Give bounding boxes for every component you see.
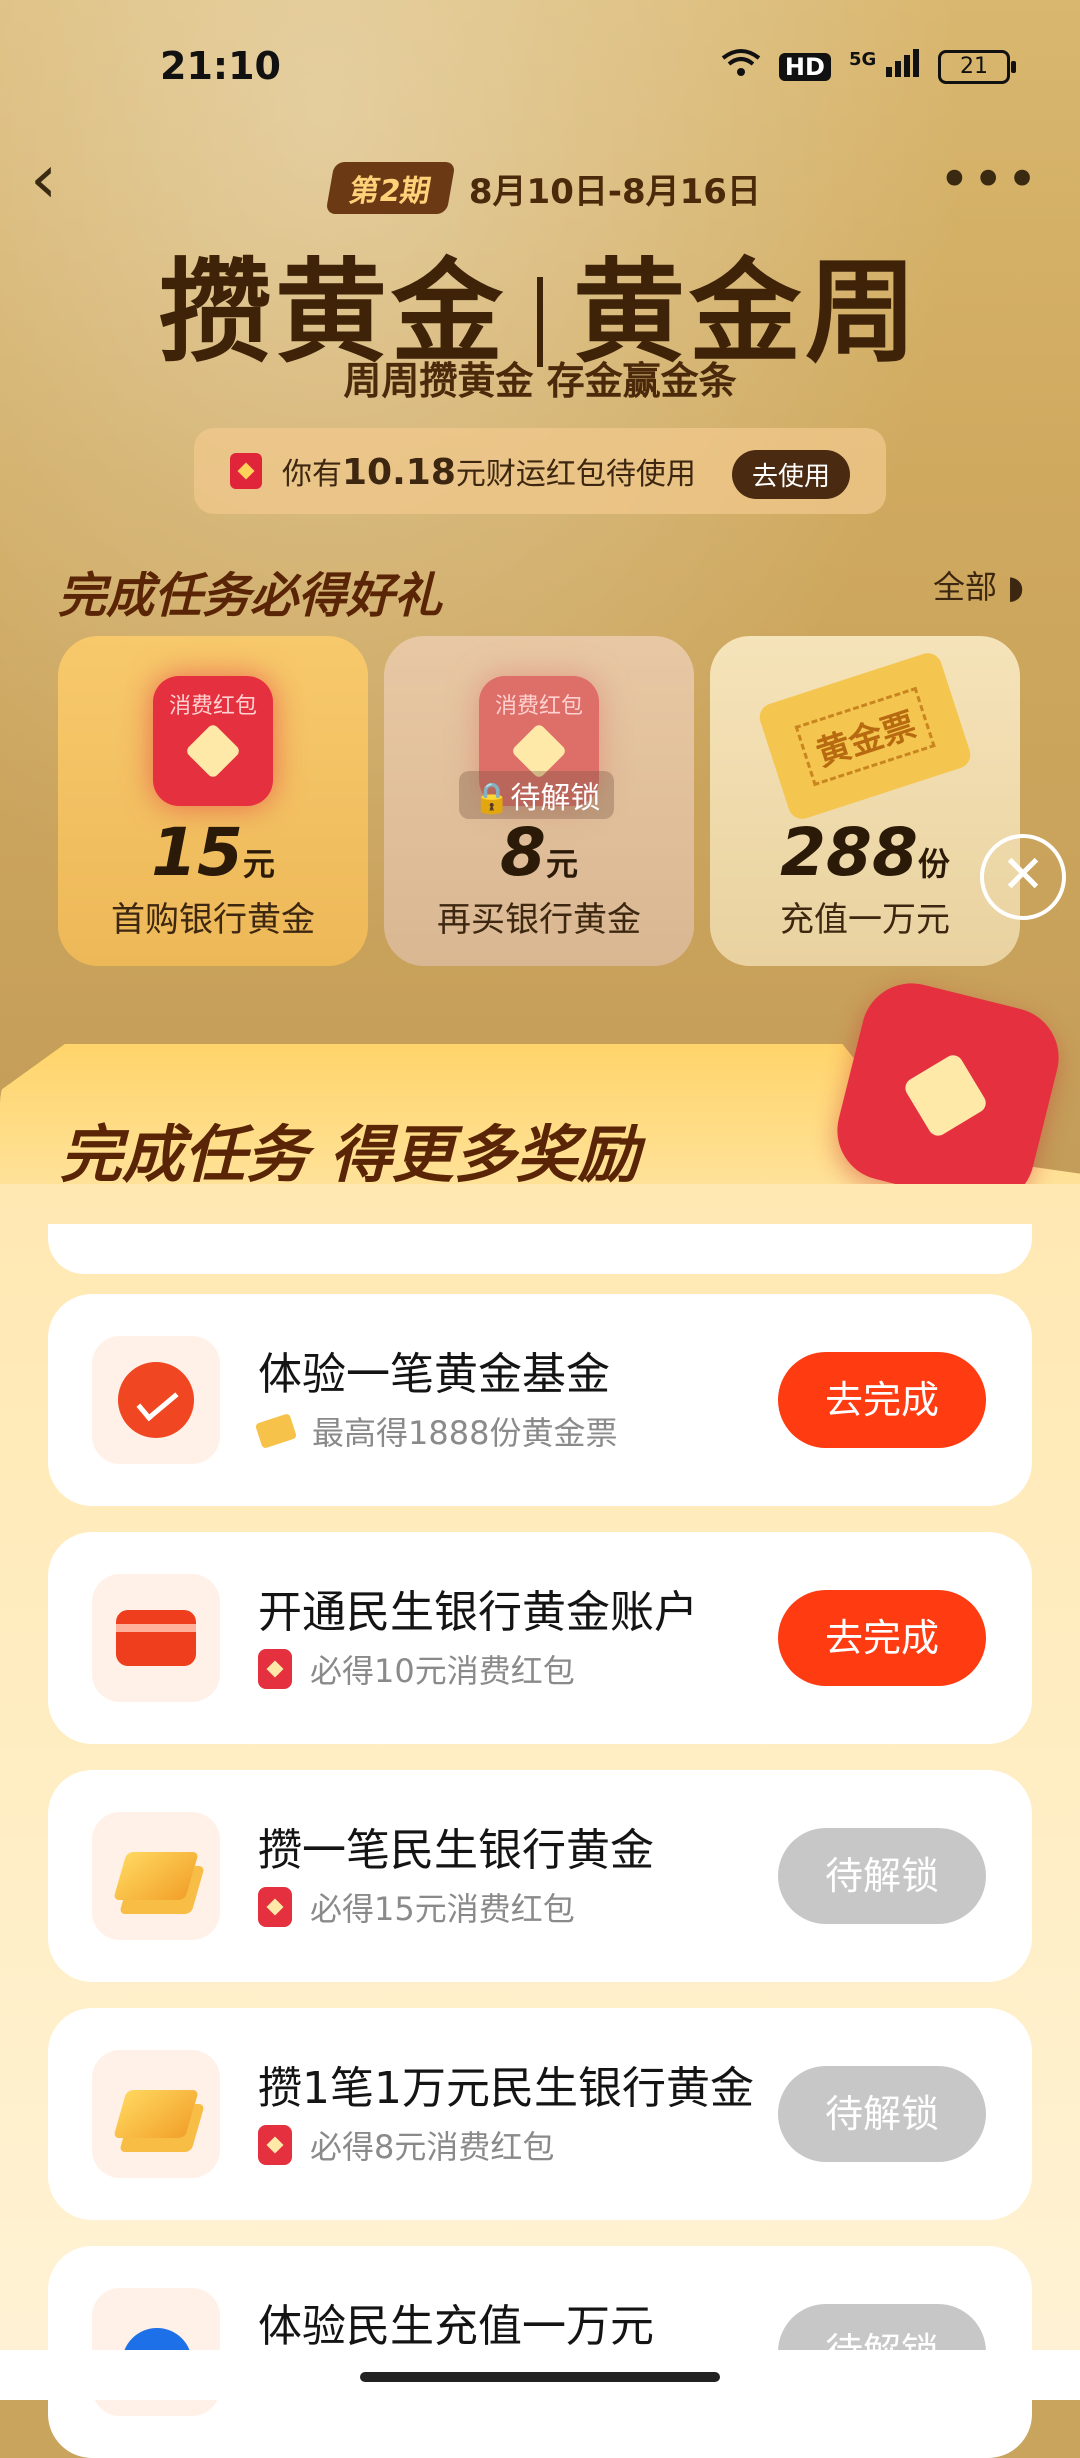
star-icon: [184, 722, 242, 780]
gift-card-recharge[interactable]: 黄金票 288份 充值一万元: [710, 636, 1020, 966]
period-dates: 8月10日-8月16日: [468, 171, 761, 212]
more-icon[interactable]: •••: [938, 153, 1040, 207]
signal-icon: 5G: [849, 49, 920, 84]
bag-label: 消费红包: [494, 694, 583, 719]
battery-icon: 21: [938, 49, 1016, 84]
task-subtitle: 必得15元消费红包: [258, 1884, 575, 1930]
redbag-amount: 10.18: [342, 452, 456, 493]
card-icon: [92, 1574, 220, 1702]
gift-card-first-purchase[interactable]: 消费红包 15元 首购银行黄金: [58, 636, 368, 966]
go-complete-button[interactable]: 去完成: [778, 1590, 986, 1686]
task-title: 体验民生充值一万元: [258, 2301, 654, 2352]
lock-text: 待解锁: [510, 781, 601, 816]
back-icon[interactable]: ‹: [30, 146, 80, 220]
card-symbol: [116, 1610, 196, 1666]
status-bar: 21:10 HD 5G 21: [0, 0, 1080, 120]
task-row[interactable]: 攒一笔民生银行黄金 必得15元消费红包 待解锁: [48, 1770, 1032, 1982]
period-row: 第2期 8月10日-8月16日: [325, 162, 761, 214]
redbag-text: 你有10.18元财运红包待使用: [282, 449, 696, 493]
task-row[interactable]: 开通民生银行黄金账户 必得10元消费红包 去完成: [48, 1532, 1032, 1744]
gift-amount: 8元: [384, 814, 694, 891]
locked-button[interactable]: 待解锁: [778, 2066, 986, 2162]
all-link-label: 全部: [932, 568, 997, 606]
red-envelope-icon: [258, 2125, 292, 2165]
gift-card-repurchase[interactable]: 消费红包 🔒待解锁 8元 再买银行黄金: [384, 636, 694, 966]
task-title: 攒一笔民生银行黄金: [258, 1825, 654, 1876]
task-title: 体验一笔黄金基金: [258, 1349, 610, 1400]
home-indicator[interactable]: [360, 2372, 720, 2382]
gift-amount-unit: 份: [917, 845, 950, 883]
wifi-icon: [721, 48, 761, 85]
red-envelope-icon: [230, 453, 262, 489]
gold-ticket-icon: 黄金票: [756, 649, 974, 823]
fund-icon: [92, 1336, 220, 1464]
locked-button[interactable]: 待解锁: [778, 1828, 986, 1924]
lock-icon: 🔒: [473, 781, 511, 816]
list-item: [48, 1224, 1032, 1274]
page-subtitle: 周周攒黄金 存金赢金条: [343, 359, 737, 403]
bag-label: 消费红包: [168, 694, 257, 719]
ticket-label: 黄金票: [794, 686, 936, 786]
status-icons: HD 5G 21: [721, 48, 1016, 85]
gold-bar-symbol: [113, 2090, 199, 2138]
period-badge: 第2期: [325, 162, 456, 214]
gift-amount-value: 15: [151, 814, 243, 891]
red-envelope-icon: [258, 1649, 292, 1689]
use-button[interactable]: 去使用: [731, 450, 850, 499]
gold-bar-symbol: [113, 1852, 199, 1900]
hd-icon: HD: [778, 52, 831, 81]
gift-desc: 再买银行黄金: [437, 900, 641, 940]
gold-bar-icon: [92, 1812, 220, 1940]
redbag-prefix: 你有: [282, 457, 342, 492]
task-subtitle: 必得10元消费红包: [258, 1646, 575, 1692]
gift-amount-value: 288: [780, 814, 918, 891]
signal-label: 5G: [848, 49, 877, 70]
task-subtitle: 最高得1888份黄金票: [254, 1408, 618, 1454]
gift-desc: 充值一万元: [780, 900, 950, 940]
task-subtitle-text: 必得15元消费红包: [310, 1890, 575, 1928]
gift-desc: 首购银行黄金: [111, 900, 315, 940]
lock-badge: 🔒待解锁: [459, 771, 615, 819]
task-subtitle-text: 最高得1888份黄金票: [312, 1414, 618, 1452]
all-link[interactable]: 全部 ◗: [933, 562, 1024, 608]
gift-amount: 15元: [58, 814, 368, 891]
fund-symbol: [118, 1362, 194, 1438]
gift-amount-unit: 元: [242, 845, 275, 883]
task-row[interactable]: 攒1笔1万元民生银行黄金 必得8元消费红包 待解锁: [48, 2008, 1032, 2220]
red-envelope-icon: 消费红包: [153, 676, 273, 806]
red-envelope-icon: [258, 1887, 292, 1927]
task-subtitle-text: 必得10元消费红包: [310, 1652, 575, 1690]
gift-amount-value: 8: [500, 814, 546, 891]
task-subtitle: 必得8元消费红包: [258, 2122, 554, 2168]
battery-level: 21: [960, 54, 988, 79]
ticket-icon: [254, 1413, 298, 1449]
task-row[interactable]: 体验一笔黄金基金 最高得1888份黄金票 去完成: [48, 1294, 1032, 1506]
redbag-suffix: 元财运红包待使用: [455, 457, 696, 492]
close-icon[interactable]: ✕: [980, 834, 1066, 920]
chevron-right-icon: ◗: [996, 568, 1024, 606]
gift-amount: 288份: [710, 814, 1020, 891]
redbag-banner[interactable]: 你有10.18元财运红包待使用 去使用: [194, 428, 886, 514]
go-complete-button[interactable]: 去完成: [778, 1352, 986, 1448]
gifts-section-title: 完成任务必得好礼: [58, 568, 443, 624]
gold-bar-icon: [92, 2050, 220, 2178]
sheet-title: 完成任务 得更多奖励: [60, 1118, 640, 1191]
status-time: 21:10: [160, 44, 281, 88]
task-title: 开通民生银行黄金账户: [258, 1587, 698, 1638]
gift-amount-unit: 元: [545, 845, 578, 883]
task-sheet: 完成任务 得更多奖励 体验一笔黄金基金 最高得1888份黄金票 去完成 开通民生…: [0, 972, 1080, 2458]
task-subtitle-text: 必得8元消费红包: [310, 2128, 555, 2166]
task-title: 攒1笔1万元民生银行黄金: [258, 2063, 754, 2114]
